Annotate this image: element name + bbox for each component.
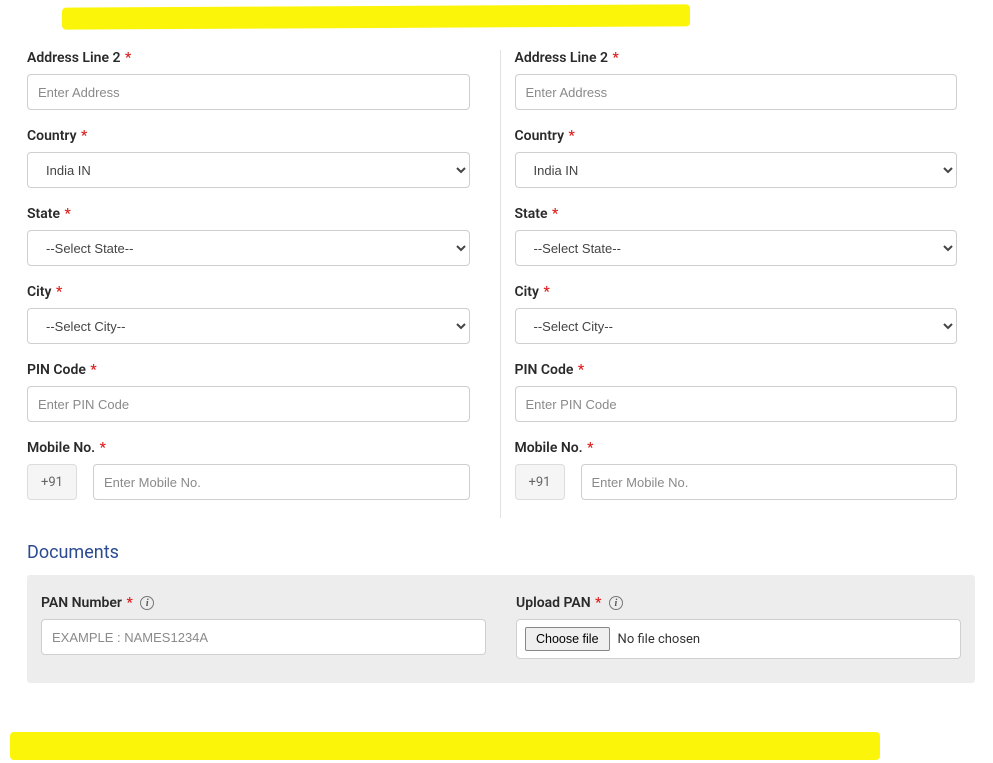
required-star: * <box>552 206 558 222</box>
label-mobile-right: Mobile No. * <box>515 440 958 456</box>
documents-box: PAN Number * i Upload PAN * i Choose fil… <box>27 575 975 683</box>
label-upload-pan: Upload PAN * i <box>516 595 961 611</box>
required-star: * <box>595 595 601 611</box>
field-mobile-left: Mobile No. * +91 <box>27 440 470 500</box>
info-icon[interactable]: i <box>140 596 154 610</box>
required-star: * <box>569 128 575 144</box>
state-select-left[interactable]: --Select State-- <box>27 230 470 266</box>
upload-pan-field: Upload PAN * i Choose file No file chose… <box>516 595 961 659</box>
pan-number-input[interactable] <box>41 619 486 655</box>
required-star: * <box>90 362 96 378</box>
required-star: * <box>587 440 593 456</box>
address-line-2-input-left[interactable] <box>27 74 470 110</box>
info-icon[interactable]: i <box>609 596 623 610</box>
left-column: Address Line 2 * Country * India IN Stat… <box>27 50 500 518</box>
field-mobile-right: Mobile No. * +91 <box>515 440 958 500</box>
documents-section-title: Documents <box>27 542 975 563</box>
form-page: Address Line 2 * Country * India IN Stat… <box>0 0 993 763</box>
required-star: * <box>612 50 618 66</box>
address-line-2-input-right[interactable] <box>515 74 958 110</box>
label-pin-right: PIN Code * <box>515 362 958 378</box>
mobile-prefix-left: +91 <box>27 464 77 500</box>
required-star: * <box>65 206 71 222</box>
file-input-wrapper[interactable]: Choose file No file chosen <box>516 619 961 659</box>
field-country-left: Country * India IN <box>27 128 470 188</box>
field-state-right: State * --Select State-- <box>515 206 958 266</box>
required-star: * <box>100 440 106 456</box>
label-address-line-2-right: Address Line 2 * <box>515 50 958 66</box>
no-file-chosen-text: No file chosen <box>618 632 701 647</box>
field-address-line-2-right: Address Line 2 * <box>515 50 958 110</box>
label-city-right: City * <box>515 284 958 300</box>
mobile-prefix-right: +91 <box>515 464 565 500</box>
required-star: * <box>578 362 584 378</box>
label-state-right: State * <box>515 206 958 222</box>
mobile-input-right[interactable] <box>581 464 958 500</box>
required-star: * <box>125 50 131 66</box>
required-star: * <box>126 595 132 611</box>
mobile-input-left[interactable] <box>93 464 470 500</box>
required-star: * <box>56 284 62 300</box>
required-star: * <box>81 128 87 144</box>
address-columns: Address Line 2 * Country * India IN Stat… <box>27 50 975 518</box>
label-country-right: Country * <box>515 128 958 144</box>
country-select-left[interactable]: India IN <box>27 152 470 188</box>
label-state-left: State * <box>27 206 470 222</box>
label-pin-left: PIN Code * <box>27 362 470 378</box>
city-select-left[interactable]: --Select City-- <box>27 308 470 344</box>
pin-input-left[interactable] <box>27 386 470 422</box>
choose-file-button[interactable]: Choose file <box>525 627 610 651</box>
pin-input-right[interactable] <box>515 386 958 422</box>
pan-number-field: PAN Number * i <box>41 595 486 659</box>
field-state-left: State * --Select State-- <box>27 206 470 266</box>
country-select-right[interactable]: India IN <box>515 152 958 188</box>
label-city-left: City * <box>27 284 470 300</box>
label-pan-number: PAN Number * i <box>41 595 486 611</box>
label-country-left: Country * <box>27 128 470 144</box>
right-column: Address Line 2 * Country * India IN Stat… <box>500 50 976 518</box>
state-select-right[interactable]: --Select State-- <box>515 230 958 266</box>
field-pin-right: PIN Code * <box>515 362 958 422</box>
field-address-line-2-left: Address Line 2 * <box>27 50 470 110</box>
field-country-right: Country * India IN <box>515 128 958 188</box>
required-star: * <box>543 284 549 300</box>
field-pin-left: PIN Code * <box>27 362 470 422</box>
field-city-left: City * --Select City-- <box>27 284 470 344</box>
highlight-marker-bottom <box>10 732 880 760</box>
label-mobile-left: Mobile No. * <box>27 440 470 456</box>
city-select-right[interactable]: --Select City-- <box>515 308 958 344</box>
field-city-right: City * --Select City-- <box>515 284 958 344</box>
label-address-line-2-left: Address Line 2 * <box>27 50 470 66</box>
